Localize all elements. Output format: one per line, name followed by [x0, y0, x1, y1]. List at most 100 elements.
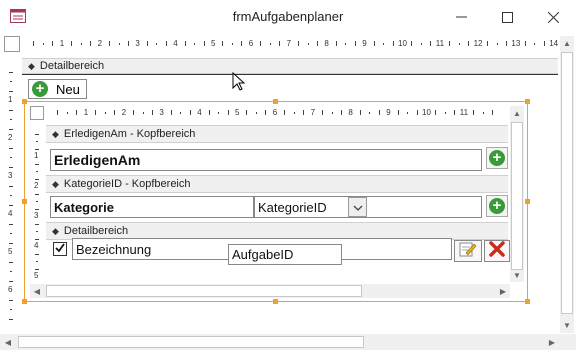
ruler-tick [378, 110, 380, 115]
kategorieid-combobox[interactable]: KategorieID [254, 196, 482, 218]
scroll-left-arrow-icon[interactable]: ◀ [0, 334, 16, 350]
ruler-tick [420, 43, 422, 45]
subform-vertical-scrollbar[interactable]: ▲ ▼ [510, 106, 524, 282]
ruler-tick [303, 110, 305, 115]
close-button[interactable] [530, 0, 576, 34]
ruler-tick [189, 110, 191, 115]
ruler-tick [9, 90, 13, 92]
kategorie-field[interactable]: Kategorie [50, 196, 254, 218]
minimize-button[interactable] [438, 0, 484, 34]
subform-selector[interactable] [30, 106, 44, 120]
ruler-tick [369, 112, 371, 114]
subform-horizontal-scrollbar[interactable]: ◀ ▶ [30, 284, 510, 298]
ruler-tick [482, 112, 484, 114]
scroll-thumb[interactable] [18, 336, 364, 348]
horizontal-scrollbar[interactable]: ◀ ▶ [0, 334, 560, 350]
ruler-tick [397, 110, 399, 115]
ruler-tick [293, 112, 295, 114]
checkmark-icon [55, 240, 65, 258]
ruler-tick [340, 110, 342, 115]
horizontal-ruler: 1 2 3 4 5 6 7 8 9 10 11 12 13 14 [22, 37, 560, 51]
scroll-up-arrow-icon[interactable]: ▲ [510, 106, 524, 120]
chevron-down-icon [353, 198, 363, 216]
ruler-number: 10 [422, 108, 431, 117]
combobox-dropdown-button[interactable] [348, 197, 367, 217]
ruler-tick [10, 271, 12, 272]
ruler-tick [146, 41, 148, 46]
scroll-down-arrow-icon[interactable]: ▼ [560, 318, 574, 332]
ruler-tick [10, 81, 12, 82]
ruler-number: 1 [83, 108, 89, 117]
ruler-tick [454, 110, 456, 115]
ruler-tick [10, 119, 12, 120]
scroll-right-arrow-icon[interactable]: ▶ [544, 334, 560, 350]
add-erledigenam-button[interactable]: + [486, 147, 508, 169]
ruler-number: 6 [272, 108, 278, 117]
ruler-tick [227, 110, 229, 115]
ruler-tick [373, 41, 375, 46]
ruler-tick [430, 41, 432, 46]
resize-handle[interactable] [273, 299, 278, 304]
add-icon: + [32, 81, 48, 97]
maximize-button[interactable] [484, 0, 530, 34]
kategorieid-header-section[interactable]: ◆ KategorieID - Kopfbereich [46, 175, 508, 193]
scroll-down-arrow-icon[interactable]: ▼ [510, 268, 524, 282]
resize-handle[interactable] [525, 299, 530, 304]
ruler-number: 3 [135, 39, 140, 48]
add-kategorie-button[interactable]: + [486, 195, 508, 217]
size-grip[interactable] [560, 334, 576, 350]
scroll-thumb[interactable] [46, 285, 362, 297]
aufgabeid-field[interactable]: AufgabeID [228, 244, 342, 265]
ruler-tick [36, 231, 38, 232]
ruler-number: 11 [435, 39, 445, 48]
form-selector[interactable] [4, 36, 20, 52]
ruler-tick [36, 141, 38, 142]
erledigenam-field[interactable]: ErledigenAm [50, 149, 482, 171]
ruler-tick [473, 110, 475, 115]
ruler-tick [9, 318, 13, 320]
ruler-tick [487, 41, 489, 46]
ruler-tick [9, 166, 13, 168]
scroll-right-arrow-icon[interactable]: ▶ [496, 284, 510, 298]
subform-horizontal-ruler: 1 2 3 4 5 6 7 8 9 10 11 [46, 106, 508, 120]
ruler-number: 2 [8, 133, 13, 142]
erledigt-checkbox[interactable] [53, 242, 67, 256]
ruler-number: 1 [8, 95, 13, 104]
ruler-number: 6 [8, 285, 13, 294]
edit-button[interactable] [454, 240, 482, 262]
ruler-number: 3 [34, 211, 39, 220]
scroll-thumb[interactable] [561, 52, 573, 314]
resize-handle[interactable] [22, 199, 27, 204]
ruler-number: 4 [197, 108, 202, 117]
mouse-cursor-icon [232, 71, 246, 97]
ruler-tick [492, 110, 494, 115]
resize-handle[interactable] [525, 99, 530, 104]
ruler-tick [35, 208, 39, 210]
ruler-number: 9 [362, 39, 367, 48]
ruler-tick [231, 43, 233, 45]
scroll-left-arrow-icon[interactable]: ◀ [30, 284, 44, 298]
ruler-tick [316, 41, 318, 46]
ruler-tick [9, 109, 13, 111]
ruler-tick [298, 41, 300, 46]
ruler-tick [9, 71, 13, 73]
new-button[interactable]: + Neu [28, 79, 87, 99]
resize-handle[interactable] [22, 99, 27, 104]
ruler-number: 13 [511, 39, 521, 48]
resize-handle[interactable] [22, 299, 27, 304]
ruler-tick [9, 185, 13, 187]
resize-handle[interactable] [273, 99, 278, 104]
scroll-thumb[interactable] [511, 122, 523, 270]
delete-button[interactable] [484, 240, 510, 262]
ruler-tick [269, 43, 271, 45]
erledigenam-header-section[interactable]: ◆ ErledigenAm - Kopfbereich [46, 125, 508, 143]
resize-handle[interactable] [525, 199, 530, 204]
ruler-number: 5 [211, 39, 216, 48]
ruler-tick [142, 112, 144, 114]
scroll-up-arrow-icon[interactable]: ▲ [560, 36, 574, 50]
vertical-scrollbar[interactable]: ▲ ▼ [560, 36, 574, 333]
ruler-tick [35, 178, 39, 180]
ruler-number: 4 [8, 209, 13, 218]
ruler-number: 2 [34, 181, 39, 190]
detail-section-header[interactable]: ◆ Detailbereich [22, 58, 558, 74]
